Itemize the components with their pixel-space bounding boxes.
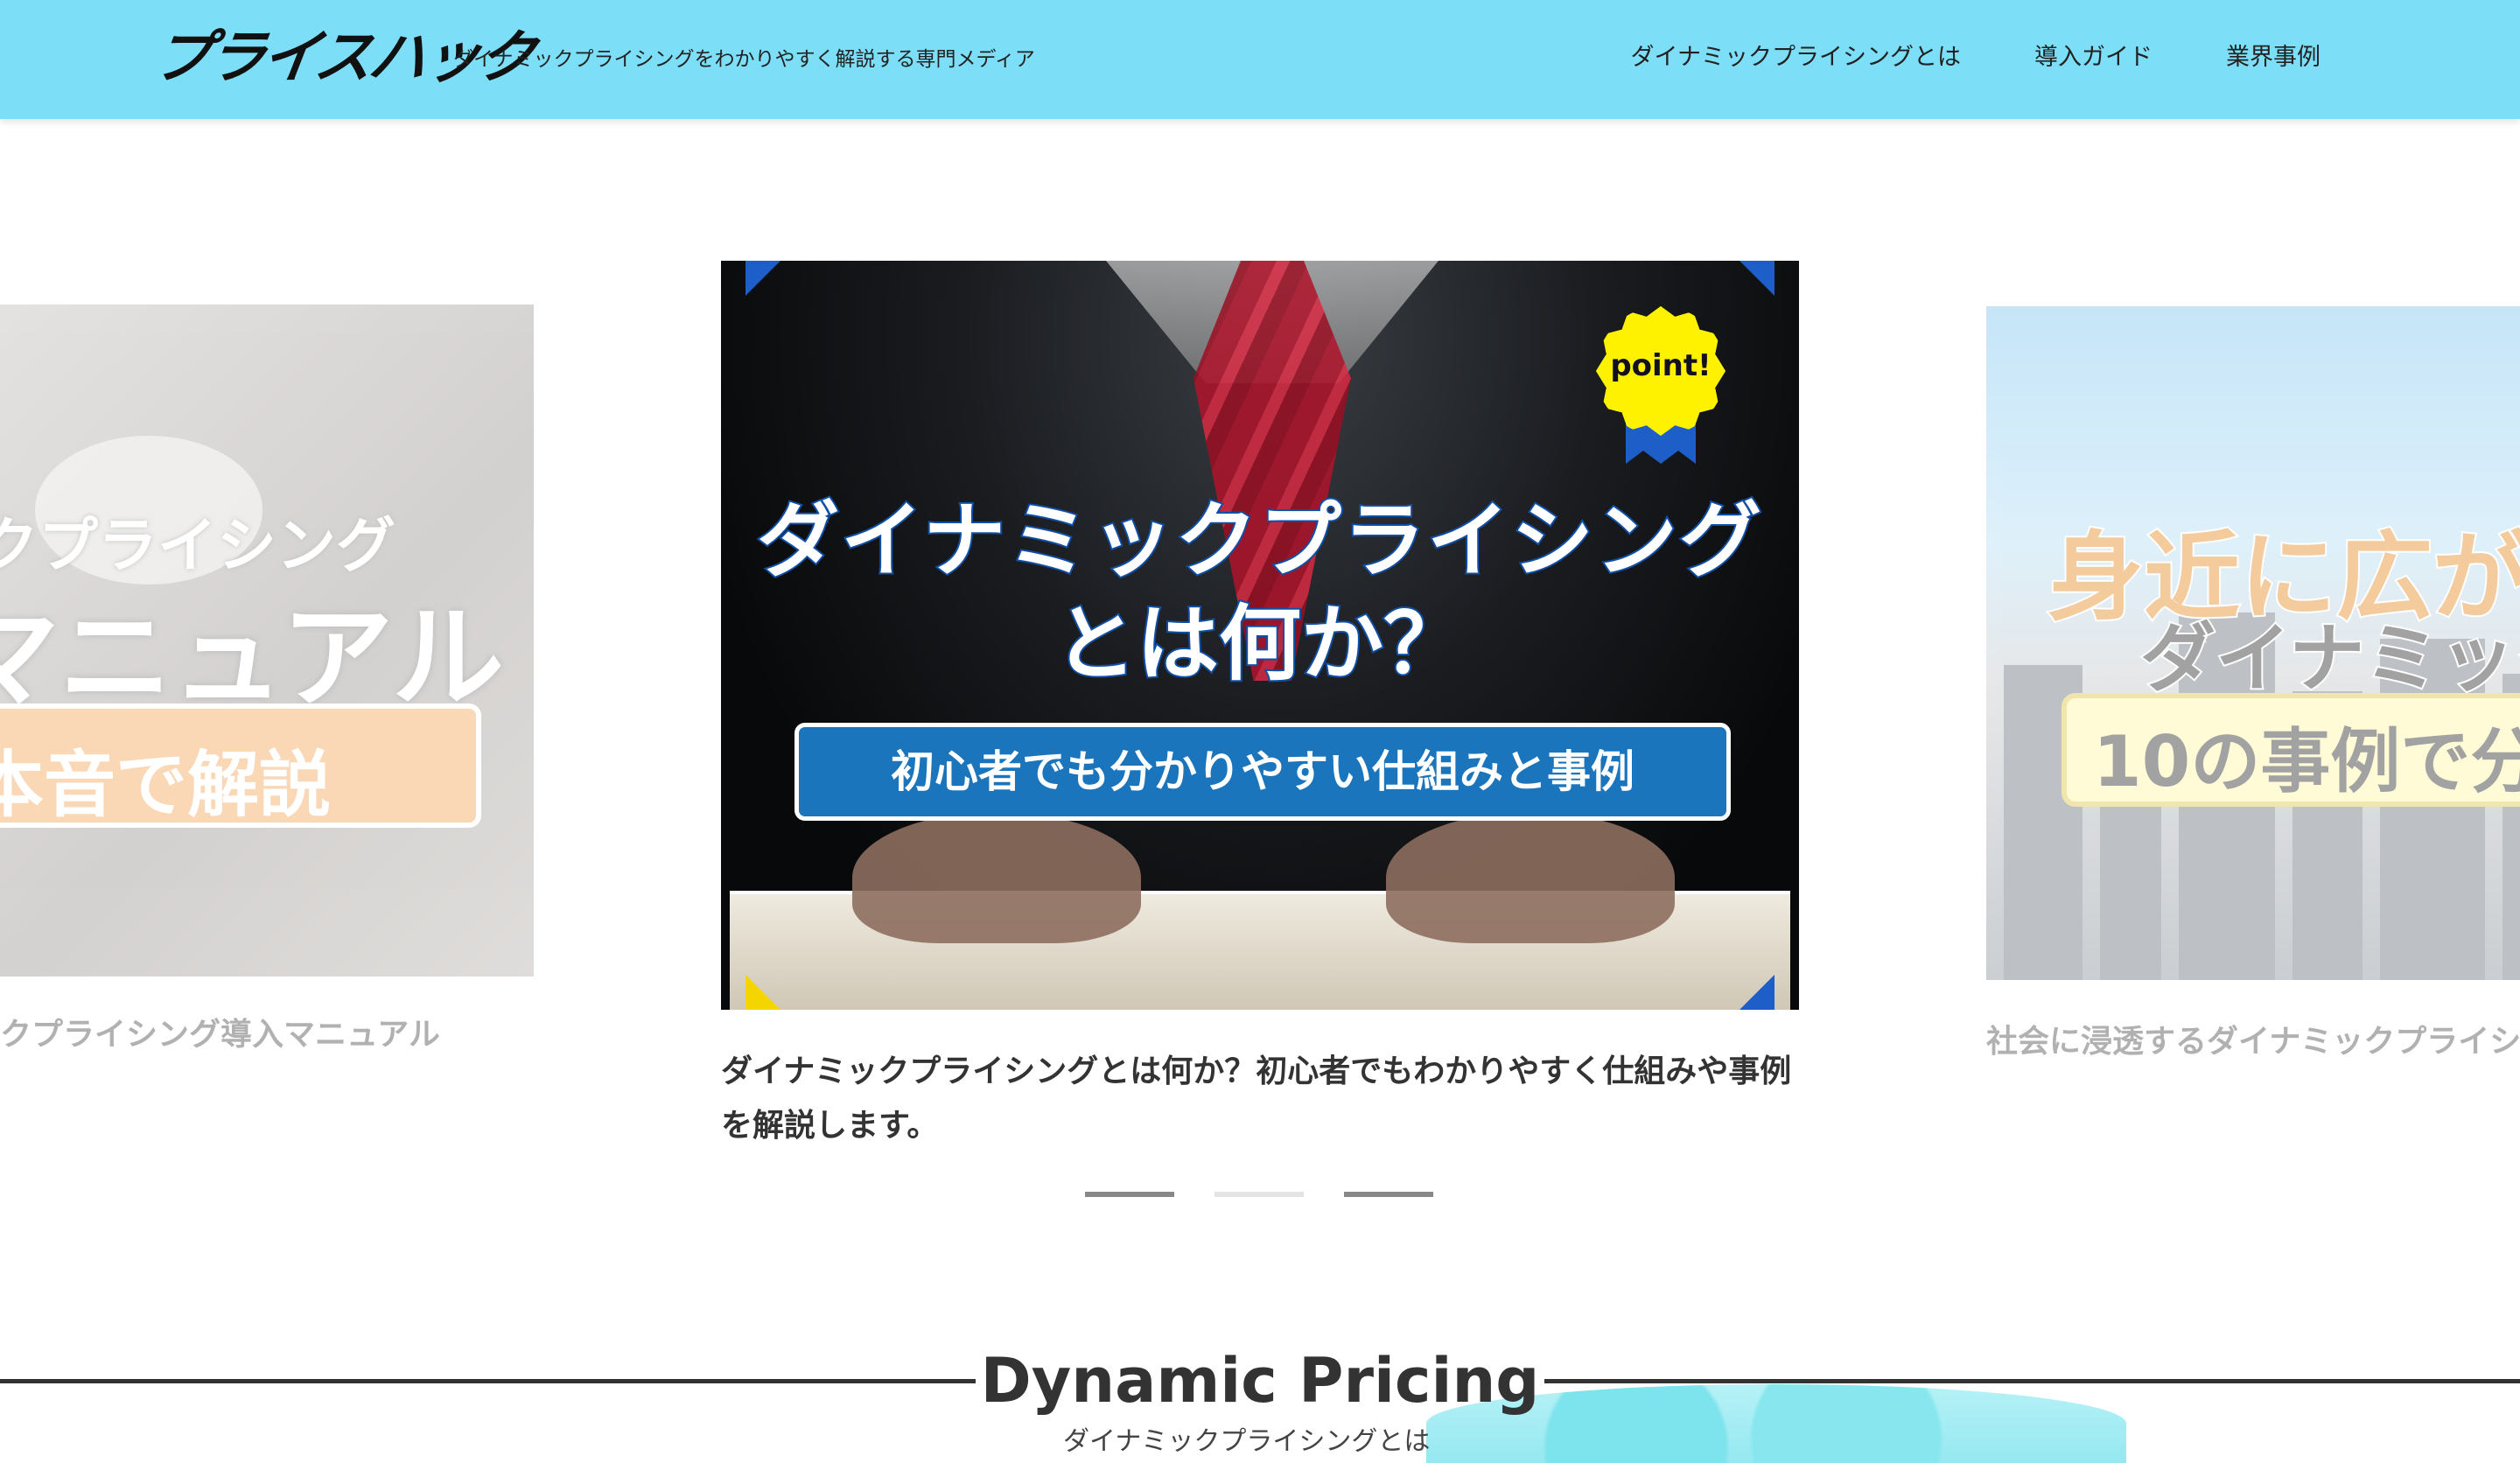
slide-center-image-title-1: ダイナミックプライシング	[755, 492, 1764, 591]
right-hand-image	[1386, 812, 1675, 943]
left-hand-image	[852, 812, 1141, 943]
slide-center[interactable]: point! ダイナミックプライシング とは何か？ 初心者でも分かりやすい仕組み…	[721, 261, 1799, 1144]
section-title: Dynamic Pricing	[980, 1345, 1540, 1417]
badge-text: point!	[1610, 348, 1712, 383]
pagination-dot-2[interactable]	[1214, 1192, 1304, 1197]
section-subtitle: ダイナミックプライシングとは	[1063, 1426, 1431, 1457]
nav-item-guide[interactable]: 導入ガイド	[2034, 38, 2152, 77]
slide-center-image-subtitle: 初心者でも分かりやすい仕組みと事例	[891, 746, 1634, 797]
heading-rule-left	[0, 1379, 976, 1383]
slide-left-caption[interactable]: クプライシング導入マニュアル	[0, 1008, 440, 1062]
point-badge-icon: point!	[1596, 306, 1726, 464]
slide-right[interactable]: 身近に広がる ダイナミック 10の事例で分か 社会に浸透するダイナミックプライシ…	[1986, 306, 2520, 1060]
corner-decoration	[1740, 975, 1774, 1010]
slide-center-image-banner: 初心者でも分かりやすい仕組みと事例	[794, 723, 1731, 821]
featured-slider: ミックプライシング マニュアル が本音で解説 クプライシング導入マニュアル po…	[0, 119, 2520, 1248]
corner-decoration	[746, 975, 780, 1010]
slide-right-thumbnail[interactable]: 身近に広がる ダイナミック 10の事例で分か	[1986, 306, 2520, 980]
pagination-dot-1[interactable]	[1085, 1192, 1174, 1197]
slide-right-image-text-2: ダイナミック	[2138, 613, 2520, 704]
slide-right-image-text-3: 10の事例で分か	[2093, 721, 2520, 802]
slide-left-thumbnail[interactable]: ミックプライシング マニュアル が本音で解説	[0, 304, 534, 976]
slider-pagination	[1085, 1192, 1474, 1197]
slide-left[interactable]: ミックプライシング マニュアル が本音で解説 クプライシング導入マニュアル	[0, 304, 534, 1053]
slide-right-caption[interactable]: 社会に浸透するダイナミックプライシす！	[1986, 1015, 2520, 1069]
slide-center-thumbnail[interactable]: point! ダイナミックプライシング とは何か？ 初心者でも分かりやすい仕組み…	[721, 261, 1799, 1010]
main-nav: ダイナミックプライシングとは 導入ガイド 業界事例	[1558, 38, 2320, 77]
slide-center-image-title-2: とは何か？	[1053, 595, 1467, 694]
dynamic-pricing-section: Dynamic Pricing ダイナミックプライシングとは	[0, 1339, 2520, 1463]
site-tagline: ダイナミックプライシングをわかりやすく解説する専門メディア	[453, 48, 1035, 71]
corner-decoration	[1740, 261, 1774, 296]
heading-rule-right	[1544, 1379, 2520, 1383]
slide-right-image-banner: 10の事例で分か	[2062, 693, 2520, 807]
slide-left-image-text-3: が本音で解説	[0, 744, 332, 827]
pagination-dot-3[interactable]	[1344, 1192, 1433, 1197]
nav-item-cases[interactable]: 業界事例	[2226, 38, 2320, 77]
slide-left-image-banner: が本音で解説	[0, 704, 481, 828]
corner-decoration	[746, 261, 780, 296]
nav-item-what-is[interactable]: ダイナミックプライシングとは	[1631, 38, 1961, 77]
slide-center-caption[interactable]: ダイナミックプライシングとは何か？初心者でもわかりやすく仕組みや事例を解説します…	[721, 1045, 1799, 1153]
site-header: プライスハック ダイナミックプライシングをわかりやすく解説する専門メディア ダイ…	[0, 0, 2520, 119]
